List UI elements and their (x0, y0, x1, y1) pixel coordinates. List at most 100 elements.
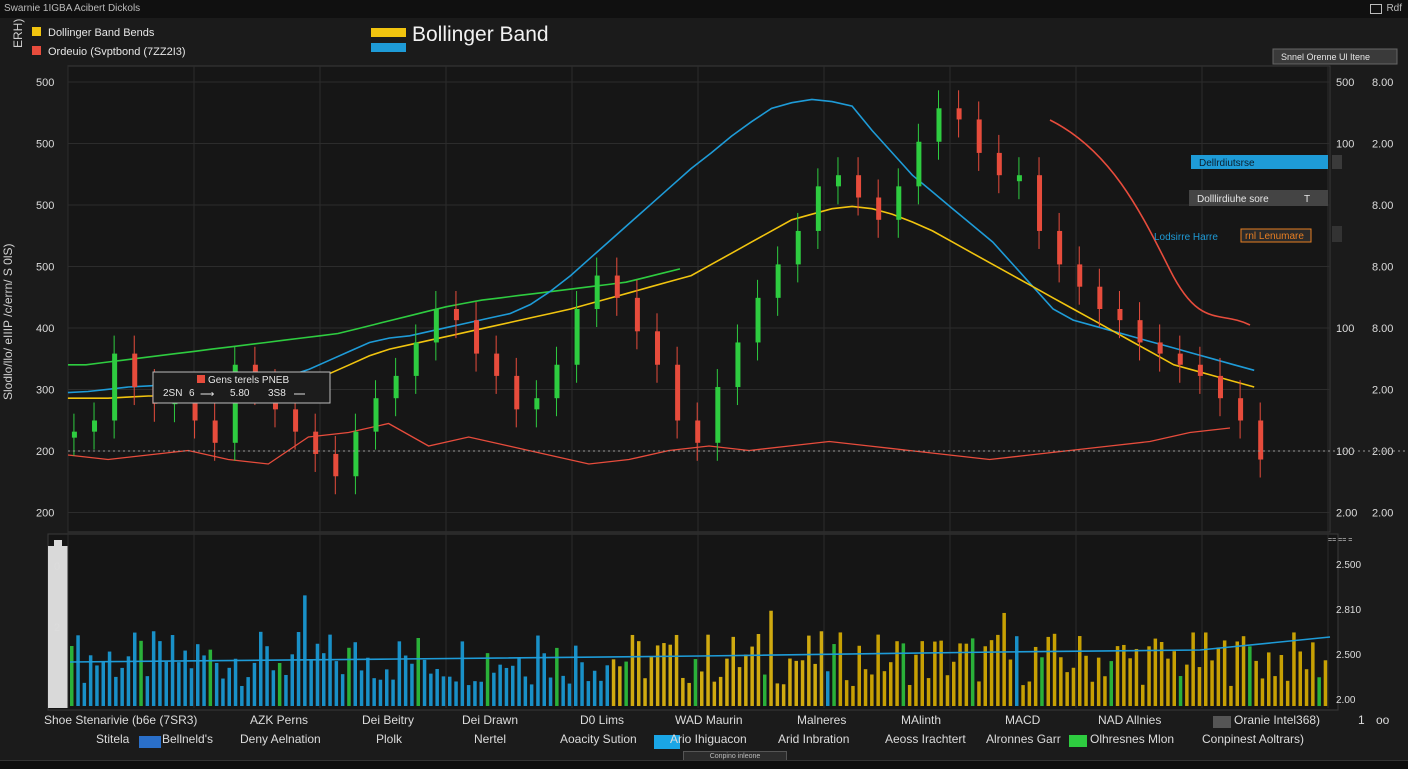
volume-bar-51 (391, 679, 395, 706)
volume-bar-146 (989, 640, 994, 706)
volume-bar-35 (290, 654, 294, 706)
candle-body-2 (112, 353, 118, 421)
volume-bar-128 (876, 634, 880, 706)
annotation-upper-label: Dellrdiutsrse (1199, 158, 1255, 169)
footer2-item-3[interactable]: Plolk (376, 732, 402, 746)
volume-bar-175 (1172, 651, 1176, 706)
footer2-item-7[interactable]: Arid Inbration (778, 732, 849, 746)
volume-bar-151 (1021, 685, 1025, 706)
footer2-item-6[interactable]: Ario Ihiguacon (670, 732, 747, 746)
volume-bar-161 (1084, 655, 1088, 706)
volume-bar-150 (1015, 636, 1019, 706)
volume-bar-163 (1096, 657, 1101, 706)
volume-bar-43 (340, 674, 345, 706)
footer2-item-4[interactable]: Nertel (474, 732, 506, 746)
volume-bar-156 (1052, 633, 1057, 706)
footer-item-6[interactable]: Malneres (797, 713, 846, 727)
tooltip-value-2: 6 (189, 388, 195, 399)
footer-item-0[interactable]: Shoe Stenarivie (b6e (7SR3) (44, 713, 197, 727)
footer-item-10[interactable]: Oranie Intel368) (1234, 713, 1320, 727)
volume-bar-62 (460, 641, 465, 706)
volume-bar-192 (1279, 655, 1284, 706)
footer2-item-11[interactable]: Conpinest Aoltrars) (1202, 732, 1304, 746)
footer2-item-0[interactable]: Stitela (96, 732, 129, 746)
indicator-settings-label: Snnel Orenne Ul Itene (1281, 52, 1370, 62)
annotation-lower-label: Lodsirre Harre (1154, 232, 1218, 243)
footer2-item-5[interactable]: Aoacity Sution (560, 732, 637, 746)
volume-bar-101 (706, 634, 710, 706)
volume-bar-69 (504, 667, 509, 706)
tooltip-value-4: 3S8 (268, 388, 286, 399)
volume-bar-99 (693, 659, 698, 706)
candle-body-53 (1137, 320, 1143, 343)
candle-body-44 (956, 108, 962, 120)
footer2-item-10[interactable]: Olhresnes Mlon (1090, 732, 1174, 746)
footer-item-5[interactable]: WAD Maurin (675, 713, 743, 727)
footer-item-3[interactable]: Dei Drawn (462, 713, 518, 727)
candle-body-13 (333, 453, 339, 477)
volume-bar-86 (611, 659, 616, 706)
y-tick-right-inner-7: 2.00 (1336, 508, 1357, 520)
footer2-item-8[interactable]: Aeoss Irachtert (885, 732, 966, 746)
footer-item-8[interactable]: MACD (1005, 713, 1040, 727)
volume-bar-179 (1197, 667, 1202, 706)
volume-scroll-handle[interactable] (54, 540, 62, 546)
candle-body-22 (514, 375, 520, 410)
candle-body-34 (755, 297, 761, 343)
annotation-orange-cap (1332, 226, 1342, 242)
vol-tick-right-3: 2.00 (1336, 695, 1356, 706)
volume-bar-74 (536, 635, 540, 706)
footer-item-11[interactable]: 1 (1358, 713, 1365, 727)
footer-item-1[interactable]: AZK Perns (250, 713, 308, 727)
volume-bar-80 (574, 645, 578, 706)
volume-bar-182 (1216, 647, 1221, 706)
volume-bar-14 (158, 641, 162, 706)
volume-bar-143 (970, 638, 975, 706)
candle-body-23 (534, 398, 540, 410)
volume-panel (47, 533, 1339, 711)
volume-bar-165 (1109, 661, 1113, 706)
footer2-item-1[interactable]: Bellneld's (162, 732, 213, 746)
footer-item-9[interactable]: NAD Allnies (1098, 713, 1161, 727)
candle-body-38 (835, 175, 841, 187)
annotation-orange-label: rnl Lenumare (1245, 231, 1304, 242)
legend-label-bands: Dollinger Band Bends (48, 27, 155, 39)
volume-bar-66 (485, 653, 490, 706)
volume-bar-158 (1065, 672, 1069, 706)
annotation-upper-cap (1332, 155, 1342, 169)
vol-tick-right-1: 2.810 (1336, 605, 1361, 616)
footer-blue-chip (139, 736, 161, 748)
footer2-item-9[interactable]: Alronnes Garr (986, 732, 1061, 746)
candle-body-27 (614, 275, 620, 298)
price-panel (67, 65, 1331, 533)
y-tick-right-outer-5: 2.00 (1372, 385, 1393, 397)
volume-bar-73 (529, 684, 534, 706)
volume-bar-189 (1260, 678, 1265, 706)
volume-bar-129 (882, 671, 887, 706)
candle-body-50 (1077, 264, 1083, 287)
candle-body-49 (1057, 230, 1063, 265)
footer-item-2[interactable]: Dei Beitry (362, 713, 414, 727)
candle-body-31 (695, 420, 701, 443)
footer-item-4[interactable]: D0 Lims (580, 713, 624, 727)
volume-bar-164 (1103, 676, 1107, 706)
footer2-item-2[interactable]: Deny Aelnation (240, 732, 321, 746)
volume-bar-22 (208, 649, 213, 706)
volume-bar-82 (586, 681, 591, 706)
volume-bar-41 (328, 634, 332, 706)
candle-body-40 (876, 197, 882, 220)
volume-bar-176 (1178, 676, 1183, 706)
candle-body-32 (715, 387, 721, 443)
volume-bar-19 (189, 668, 194, 706)
volume-bar-191 (1273, 676, 1277, 706)
y-tick-right-inner-4: 100 (1336, 323, 1354, 335)
volume-bar-60 (448, 676, 452, 706)
footer-item-7[interactable]: MAlinth (901, 713, 941, 727)
volume-bar-93 (655, 645, 660, 706)
volume-bar-50 (385, 669, 389, 706)
footer-item-12[interactable]: oo (1376, 713, 1389, 727)
volume-bar-102 (712, 681, 717, 706)
volume-bar-76 (548, 677, 553, 706)
volume-bar-13 (151, 631, 156, 706)
volume-bar-48 (372, 678, 376, 706)
